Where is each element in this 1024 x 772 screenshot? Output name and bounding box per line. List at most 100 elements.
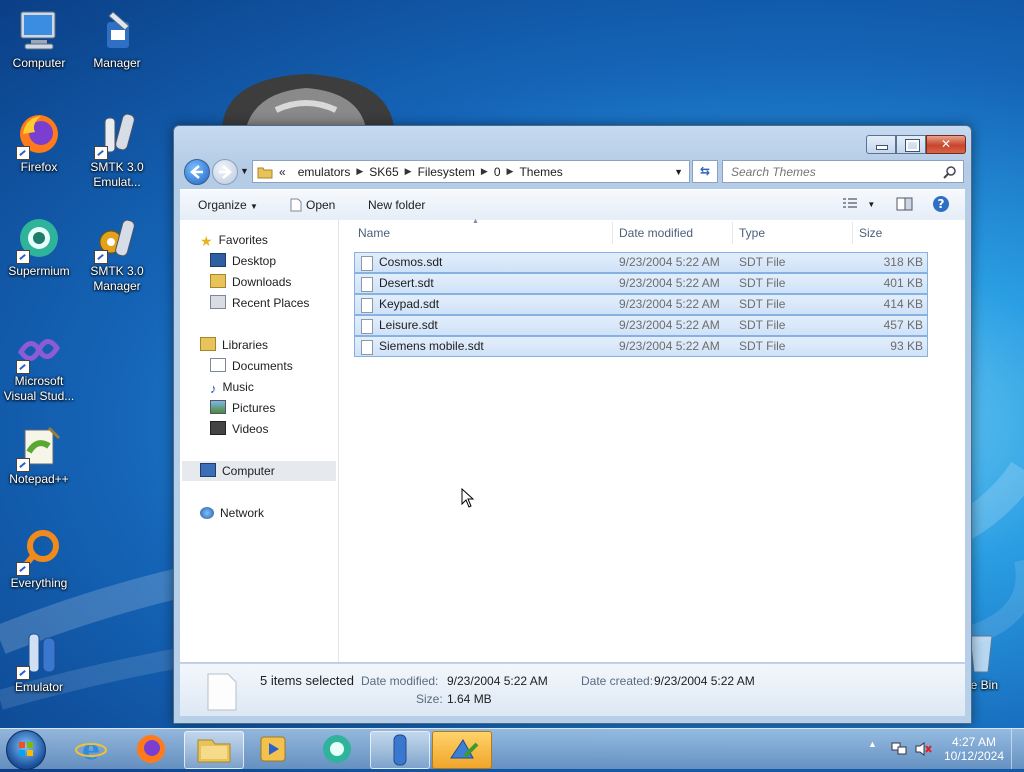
shortcut-arrow-icon bbox=[16, 250, 30, 264]
address-bar[interactable]: « emulators ▶ SK65 ▶ Filesystem ▶ 0 ▶ Th… bbox=[252, 160, 690, 183]
file-type: SDT File bbox=[739, 276, 786, 290]
breadcrumb-separator-icon[interactable]: ▶ bbox=[481, 166, 488, 177]
file-size: 414 KB bbox=[883, 297, 923, 311]
file-name: Siemens mobile.sdt bbox=[379, 339, 484, 353]
start-button[interactable] bbox=[6, 730, 46, 770]
downloads-icon bbox=[210, 274, 226, 288]
back-button[interactable] bbox=[184, 159, 210, 185]
file-row[interactable]: Cosmos.sdt 9/23/2004 5:22 AM SDT File 31… bbox=[354, 252, 928, 273]
desktop-icon-label: Manager bbox=[93, 56, 141, 70]
column-divider[interactable] bbox=[852, 222, 853, 244]
explorer-window: ✕ ▼ « emulators ▶ SK65 ▶ Filesystem ▶ 0 … bbox=[173, 125, 972, 724]
desktop-icon-notepadpp[interactable]: Notepad++ bbox=[2, 424, 76, 487]
desktop-icon-emulator[interactable]: Emulator bbox=[2, 632, 76, 695]
nav-music[interactable]: ♪ Music bbox=[210, 377, 254, 397]
taskbar-media-player[interactable] bbox=[244, 731, 302, 767]
taskbar-explorer[interactable] bbox=[184, 731, 244, 769]
show-desktop-button[interactable] bbox=[1011, 729, 1024, 769]
emulator-icon bbox=[393, 734, 407, 766]
nav-label: Videos bbox=[232, 422, 269, 436]
nav-recent-places[interactable]: Recent Places bbox=[210, 293, 309, 313]
nav-documents[interactable]: Documents bbox=[210, 356, 293, 376]
nav-downloads[interactable]: Downloads bbox=[210, 272, 291, 292]
breadcrumb-themes[interactable]: Themes bbox=[519, 165, 562, 179]
nav-videos[interactable]: Videos bbox=[210, 419, 268, 439]
taskbar-smtk-manager[interactable] bbox=[432, 731, 492, 769]
new-folder-button[interactable]: New folder bbox=[368, 198, 425, 212]
desktop-icon-smtk-manager[interactable]: SMTK 3.0 Manager bbox=[80, 216, 154, 294]
file-row[interactable]: Leisure.sdt 9/23/2004 5:22 AM SDT File 4… bbox=[354, 315, 928, 336]
forward-button[interactable] bbox=[212, 159, 238, 185]
desktop-icon-smtk-emulator[interactable]: SMTK 3.0 Emulat... bbox=[80, 112, 154, 190]
breadcrumb-filesystem[interactable]: Filesystem bbox=[418, 165, 475, 179]
view-options-button[interactable]: ▼ bbox=[842, 196, 875, 210]
file-row[interactable]: Desert.sdt 9/23/2004 5:22 AM SDT File 40… bbox=[354, 273, 928, 294]
open-button[interactable]: Open bbox=[290, 198, 335, 212]
details-pane: 5 items selected Date modified: 9/23/200… bbox=[180, 663, 965, 716]
nav-network[interactable]: Network bbox=[200, 503, 264, 523]
file-row[interactable]: Siemens mobile.sdt 9/23/2004 5:22 AM SDT… bbox=[354, 336, 928, 357]
column-header-name[interactable]: Name bbox=[358, 226, 390, 240]
nav-pictures[interactable]: Pictures bbox=[210, 398, 275, 418]
nav-libraries[interactable]: Libraries bbox=[200, 335, 268, 355]
desktop-icon-label: SMTK 3.0 Emulat... bbox=[90, 160, 144, 189]
chevron-down-icon: ▼ bbox=[250, 202, 258, 211]
nav-desktop[interactable]: Desktop bbox=[210, 251, 276, 271]
preview-pane-button[interactable] bbox=[896, 196, 914, 215]
file-date: 9/23/2004 5:22 AM bbox=[619, 339, 720, 353]
network-tray-icon[interactable] bbox=[890, 741, 908, 757]
clock[interactable]: 4:27 AM 10/12/2024 bbox=[938, 735, 1010, 763]
refresh-button[interactable]: ⇆ bbox=[692, 160, 718, 183]
desktop-icon-everything[interactable]: Everything bbox=[2, 528, 76, 591]
svg-text:e: e bbox=[82, 733, 100, 766]
help-icon: ? bbox=[933, 196, 949, 212]
column-header-date-modified[interactable]: Date modified bbox=[619, 226, 693, 240]
column-header-type[interactable]: Type bbox=[739, 226, 765, 240]
breadcrumb-overflow[interactable]: « bbox=[279, 165, 286, 179]
volume-muted-icon[interactable] bbox=[914, 741, 932, 757]
desktop-icon-visual-studio[interactable]: Microsoft Visual Stud... bbox=[2, 330, 76, 404]
shortcut-arrow-icon bbox=[94, 250, 108, 264]
search-box[interactable] bbox=[722, 160, 964, 183]
recent-pages-dropdown[interactable]: ▼ bbox=[240, 166, 249, 176]
taskbar-emulator[interactable] bbox=[370, 731, 430, 769]
taskbar-supermium[interactable] bbox=[308, 731, 366, 767]
maximize-button[interactable] bbox=[896, 135, 926, 154]
taskbar-firefox[interactable] bbox=[122, 731, 180, 767]
help-button[interactable]: ? bbox=[932, 195, 950, 216]
sdt-file-icon bbox=[361, 298, 373, 313]
file-size: 401 KB bbox=[883, 276, 923, 290]
computer-icon bbox=[20, 11, 56, 50]
taskbar-internet-explorer[interactable]: e bbox=[62, 731, 120, 767]
minimize-button[interactable] bbox=[866, 135, 896, 154]
close-button[interactable]: ✕ bbox=[926, 135, 966, 154]
desktop-icon-supermium[interactable]: Supermium bbox=[2, 216, 76, 279]
file-date: 9/23/2004 5:22 AM bbox=[619, 318, 720, 332]
breadcrumb-sk65[interactable]: SK65 bbox=[369, 165, 398, 179]
sdt-file-icon bbox=[361, 256, 373, 271]
desktop-icon-computer[interactable]: Computer bbox=[2, 8, 76, 71]
show-hidden-icons-button[interactable]: ▲ bbox=[868, 739, 877, 749]
file-row[interactable]: Keypad.sdt 9/23/2004 5:22 AM SDT File 41… bbox=[354, 294, 928, 315]
background-app-image bbox=[222, 74, 394, 128]
breadcrumb-separator-icon[interactable]: ▶ bbox=[405, 166, 412, 177]
breadcrumb-emulators[interactable]: emulators bbox=[298, 165, 351, 179]
breadcrumb-separator-icon[interactable]: ▶ bbox=[507, 166, 514, 177]
nav-favorites[interactable]: ★ Favorites bbox=[200, 230, 268, 250]
desktop-icon-manager[interactable]: Manager bbox=[80, 8, 154, 71]
documents-icon bbox=[210, 358, 226, 372]
breadcrumb-separator-icon[interactable]: ▶ bbox=[356, 166, 363, 177]
nav-computer[interactable]: Computer bbox=[182, 461, 336, 481]
column-divider[interactable] bbox=[612, 222, 613, 244]
file-size: 457 KB bbox=[883, 318, 923, 332]
column-divider[interactable] bbox=[732, 222, 733, 244]
organize-menu[interactable]: Organize ▼ bbox=[198, 198, 258, 212]
star-icon: ★ bbox=[200, 233, 213, 249]
breadcrumb-0[interactable]: 0 bbox=[494, 165, 501, 179]
address-dropdown-icon[interactable]: ▼ bbox=[674, 167, 683, 177]
desktop-icon-label: Everything bbox=[10, 576, 68, 590]
desktop-icon-firefox[interactable]: Firefox bbox=[2, 112, 76, 175]
column-header-size[interactable]: Size bbox=[859, 226, 882, 240]
shortcut-arrow-icon bbox=[16, 666, 30, 680]
search-input[interactable] bbox=[729, 163, 943, 180]
